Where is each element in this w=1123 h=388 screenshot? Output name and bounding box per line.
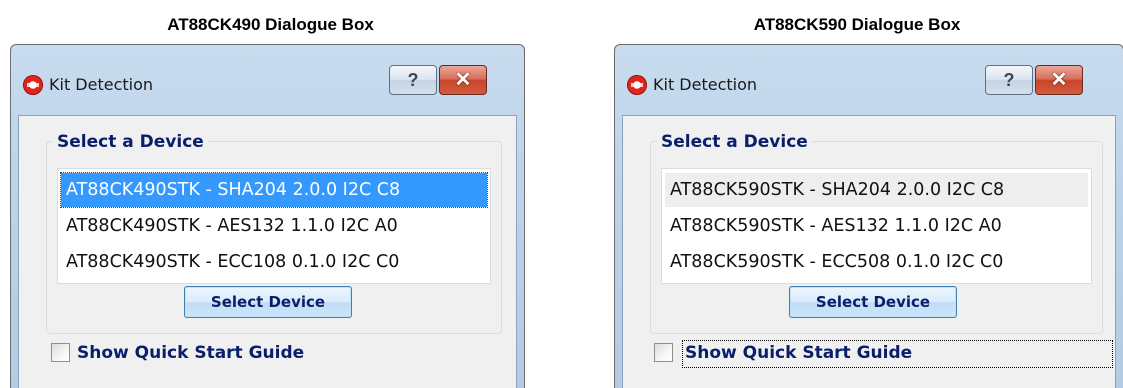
help-icon: ? — [407, 70, 419, 90]
window-title: Kit Detection — [49, 75, 154, 94]
select-device-button[interactable]: Select Device — [789, 286, 957, 318]
device-list-item[interactable]: AT88CK490STK - ECC108 0.1.0 I2C C0 — [61, 245, 487, 279]
caption-ck490: AT88CK490 Dialogue Box — [167, 15, 374, 34]
close-icon: ✕ — [454, 69, 472, 91]
quick-start-checkbox[interactable] — [654, 343, 673, 362]
group-title: Select a Device — [53, 130, 208, 154]
dialog-client-area: Select a Device AT88CK590STK - SHA204 2.… — [622, 115, 1116, 388]
dialog-client-area: Select a Device AT88CK490STK - SHA204 2.… — [18, 115, 517, 388]
title-bar[interactable]: Kit Detection ? ✕ — [11, 45, 524, 115]
help-button[interactable]: ? — [985, 65, 1033, 95]
caption-ck590: AT88CK590 Dialogue Box — [753, 15, 961, 34]
select-device-button[interactable]: Select Device — [184, 286, 352, 318]
device-listbox[interactable]: AT88CK490STK - SHA204 2.0.0 I2C C8 AT88C… — [57, 168, 491, 284]
quick-start-label[interactable]: Show Quick Start Guide — [77, 340, 304, 366]
close-icon: ✕ — [1050, 69, 1068, 91]
kit-detection-dialog-ck590: Kit Detection ? ✕ Select a Device AT88CK… — [614, 44, 1123, 388]
quick-start-checkbox-row[interactable]: Show Quick Start Guide — [650, 340, 1115, 368]
device-list-item[interactable]: AT88CK490STK - SHA204 2.0.0 I2C C8 — [60, 172, 488, 208]
kit-detection-dialog-ck490: Kit Detection ? ✕ Select a Device AT88CK… — [10, 44, 525, 388]
group-title: Select a Device — [657, 130, 812, 154]
quick-start-checkbox[interactable] — [51, 343, 70, 362]
close-button[interactable]: ✕ — [439, 65, 487, 95]
window-title: Kit Detection — [653, 75, 758, 94]
close-button[interactable]: ✕ — [1035, 65, 1083, 95]
quick-start-label[interactable]: Show Quick Start Guide — [682, 340, 1113, 368]
app-icon — [23, 75, 43, 95]
device-list-item[interactable]: AT88CK590STK - SHA204 2.0.0 I2C C8 — [665, 173, 1088, 207]
device-list-item[interactable]: AT88CK590STK - AES132 1.1.0 I2C A0 — [665, 209, 1088, 243]
device-listbox[interactable]: AT88CK590STK - SHA204 2.0.0 I2C C8 AT88C… — [661, 168, 1092, 284]
title-bar[interactable]: Kit Detection ? ✕ — [615, 45, 1123, 115]
quick-start-checkbox-row[interactable]: Show Quick Start Guide — [47, 340, 337, 366]
device-list-item[interactable]: AT88CK590STK - ECC508 0.1.0 I2C C0 — [665, 245, 1088, 279]
help-button[interactable]: ? — [389, 65, 437, 95]
help-icon: ? — [1003, 70, 1015, 90]
app-icon — [627, 75, 647, 95]
device-list-item[interactable]: AT88CK490STK - AES132 1.1.0 I2C A0 — [61, 209, 487, 243]
